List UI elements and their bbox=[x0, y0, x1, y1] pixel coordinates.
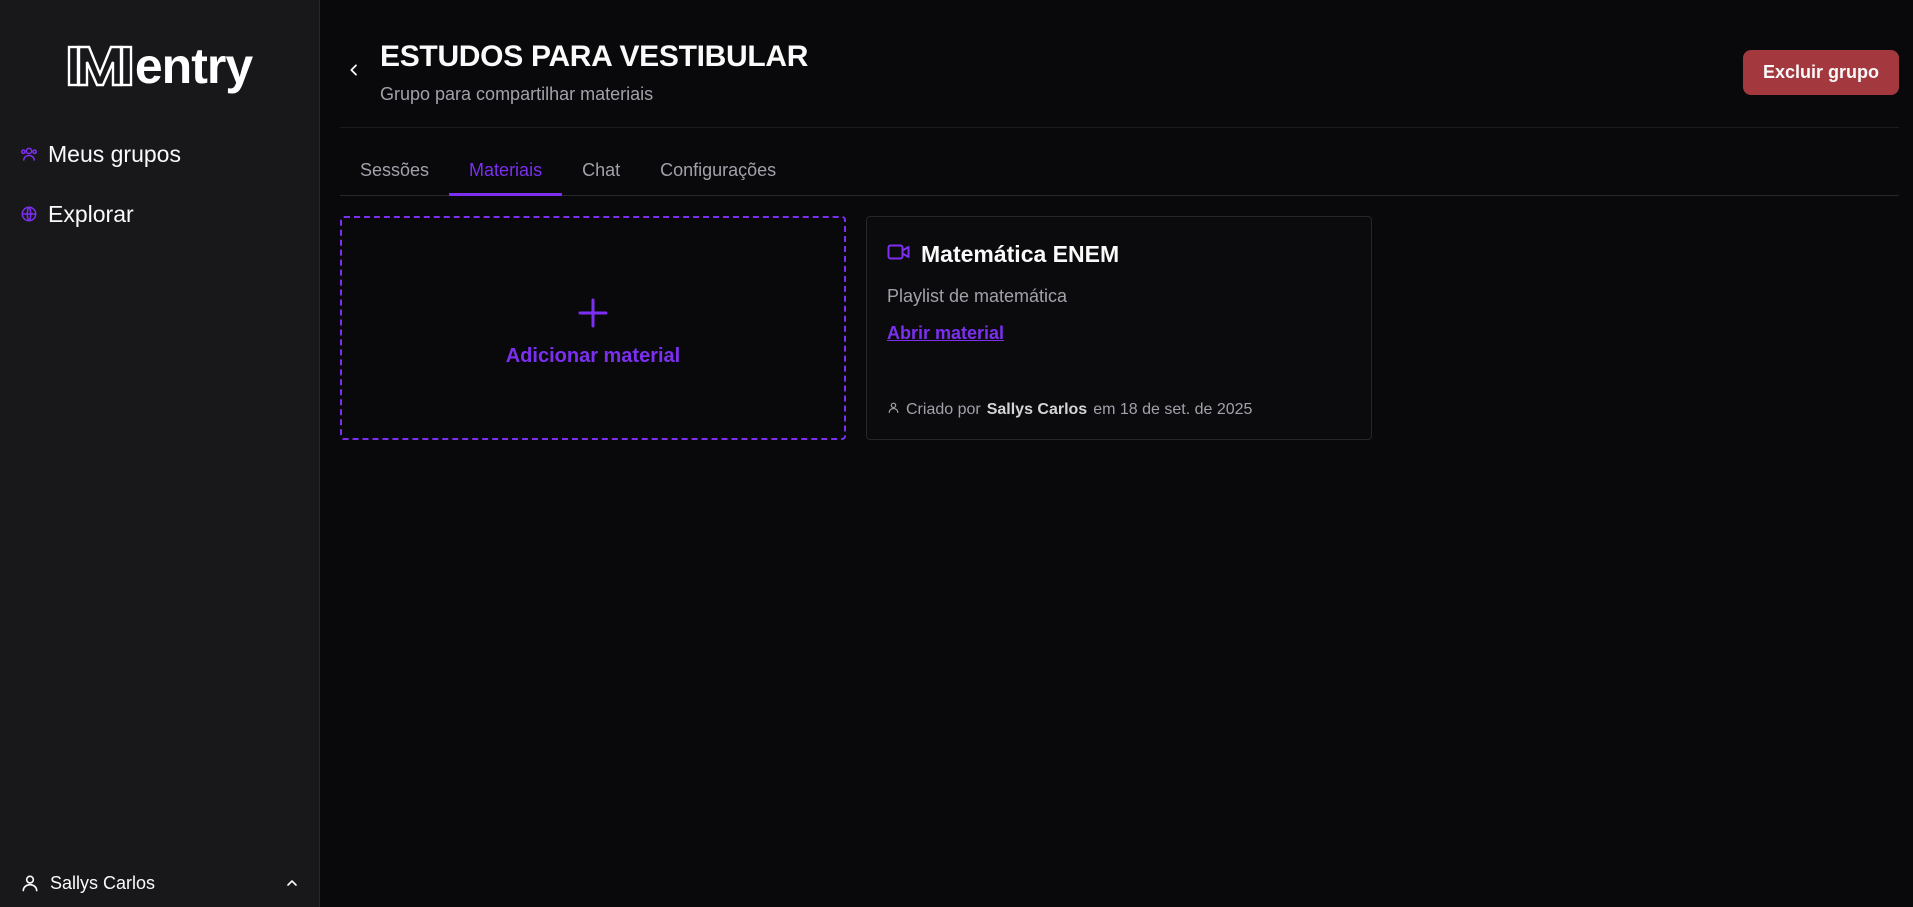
sidebar: entry Meus grupos Explorar Sallys Carlos bbox=[0, 0, 320, 907]
sidebar-item-label: Explorar bbox=[48, 200, 134, 227]
add-material-button[interactable]: Adicionar material bbox=[340, 216, 846, 440]
plus-icon bbox=[578, 289, 608, 337]
logo-text: entry bbox=[134, 38, 253, 94]
sidebar-nav: Meus grupos Explorar bbox=[0, 126, 319, 262]
logo-m-mark bbox=[67, 44, 133, 88]
user-icon bbox=[887, 401, 900, 419]
sidebar-item-label: Meus grupos bbox=[48, 140, 181, 167]
sidebar-item-explorar[interactable]: Explorar bbox=[20, 194, 299, 234]
video-icon bbox=[887, 243, 911, 266]
title-block: ESTUDOS PARA VESTIBULAR Grupo para compa… bbox=[380, 40, 808, 105]
users-icon bbox=[20, 145, 38, 163]
back-button[interactable] bbox=[344, 60, 364, 84]
created-by-prefix: Criado por bbox=[906, 401, 981, 418]
materials-grid: Adicionar material Matemática ENEM Playl… bbox=[340, 216, 1899, 440]
add-material-label: Adicionar material bbox=[505, 344, 681, 367]
sidebar-item-meus-grupos[interactable]: Meus grupos bbox=[20, 134, 299, 174]
open-material-link[interactable]: Abrir material bbox=[887, 323, 1004, 344]
material-author: Sallys Carlos bbox=[986, 401, 1088, 418]
material-meta: Criado por Sallys Carlos em 18 de set. d… bbox=[887, 401, 1252, 419]
tab-chat[interactable]: Chat bbox=[562, 160, 640, 195]
chevron-up-icon[interactable] bbox=[284, 875, 300, 891]
main-content: ESTUDOS PARA VESTIBULAR Grupo para compa… bbox=[320, 0, 1913, 907]
page-subtitle: Grupo para compartilhar materiais bbox=[380, 84, 654, 104]
material-description: Playlist de matemática bbox=[887, 286, 1068, 306]
page-title: ESTUDOS PARA VESTIBULAR bbox=[380, 40, 809, 73]
user-icon bbox=[20, 873, 40, 893]
material-date: em 18 de set. de 2025 bbox=[1093, 401, 1253, 418]
page-header: ESTUDOS PARA VESTIBULAR Grupo para compa… bbox=[340, 0, 1899, 128]
tab-sessoes[interactable]: Sessões bbox=[340, 160, 449, 195]
app-root: entry Meus grupos Explorar Sallys Carlos… bbox=[0, 0, 1913, 907]
globe-icon bbox=[20, 205, 38, 223]
material-card: Matemática ENEM Playlist de matemática A… bbox=[866, 216, 1372, 440]
material-title: Matemática ENEM bbox=[921, 241, 1120, 267]
user-menu[interactable]: Sallys Carlos bbox=[0, 859, 320, 907]
user-name: Sallys Carlos bbox=[50, 872, 156, 893]
logo[interactable]: entry bbox=[0, 0, 319, 126]
chevron-left-icon bbox=[346, 61, 362, 84]
delete-group-button[interactable]: Excluir grupo bbox=[1742, 50, 1899, 95]
tab-configuracoes[interactable]: Configurações bbox=[640, 160, 796, 195]
material-card-header: Matemática ENEM bbox=[887, 241, 1351, 268]
tab-bar: Sessões Materiais Chat Configurações bbox=[340, 128, 1899, 196]
tab-materiais[interactable]: Materiais bbox=[449, 160, 563, 196]
